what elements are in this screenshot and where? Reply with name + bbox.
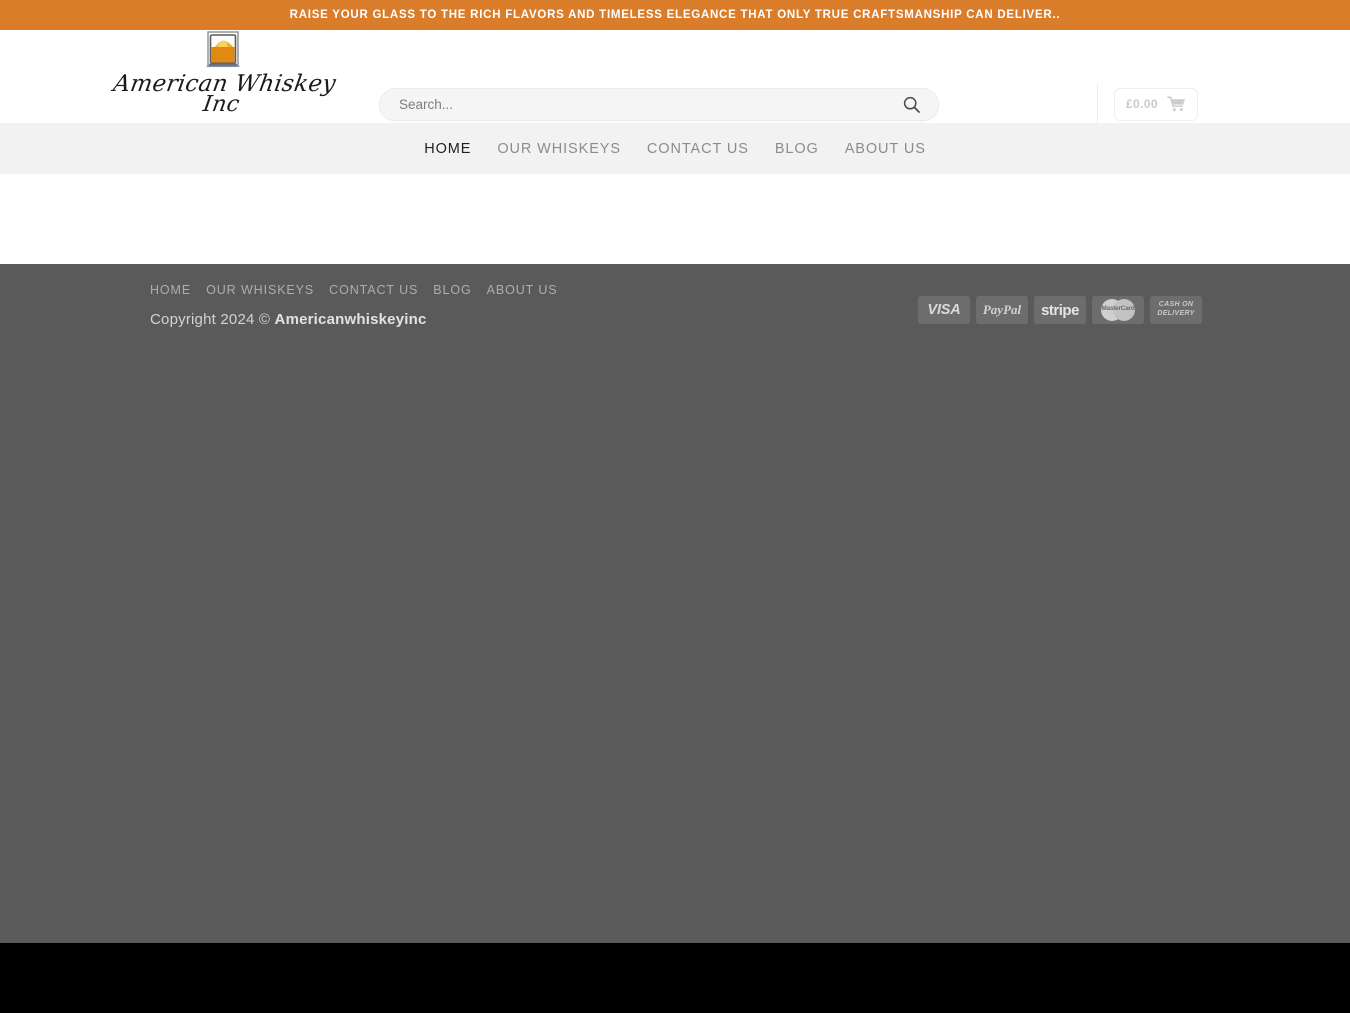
mastercard-icon: MasterCard	[1096, 299, 1140, 321]
copyright-brand: Americanwhiskeyinc	[275, 311, 427, 328]
footer-nav-item-blog[interactable]: BLOG	[433, 283, 486, 297]
site-header: American Whiskey Inc £0.00	[0, 30, 1350, 123]
paypal-badge: PayPal	[976, 296, 1028, 324]
footer-nav-item-home[interactable]: HOME	[150, 283, 206, 297]
main-content-area	[0, 174, 1350, 264]
footer-nav-item-about-us[interactable]: ABOUT US	[487, 283, 573, 297]
visa-label: VISA	[927, 302, 960, 318]
cart-divider	[1097, 84, 1098, 124]
nav-item-contact-us[interactable]: CONTACT US	[634, 141, 762, 157]
cash-on-delivery-badge: CASH ON DELIVERY	[1150, 296, 1202, 324]
site-footer: HOME OUR WHISKEYS CONTACT US BLOG ABOUT …	[0, 264, 1350, 943]
footer-nav-item-contact-us[interactable]: CONTACT US	[329, 283, 433, 297]
copyright-prefix: Copyright 2024 ©	[150, 311, 275, 328]
cod-label-line2: DELIVERY	[1157, 310, 1194, 319]
nav-item-our-whiskeys[interactable]: OUR WHISKEYS	[484, 141, 634, 157]
search-form	[379, 88, 939, 121]
search-submit-button[interactable]	[898, 92, 924, 118]
payment-methods: VISA PayPal stripe MasterCard CASH ON DE…	[918, 296, 1202, 324]
footer-navigation: HOME OUR WHISKEYS CONTACT US BLOG ABOUT …	[150, 283, 572, 297]
promo-banner-text: RAISE YOUR GLASS TO THE RICH FLAVORS AND…	[290, 9, 1061, 21]
copyright-text: Copyright 2024 © Americanwhiskeyinc	[150, 311, 427, 328]
page-bottom-strip	[0, 943, 1350, 1013]
cart-button[interactable]: £0.00	[1114, 88, 1198, 121]
shopping-cart-icon	[1167, 96, 1186, 112]
site-logo[interactable]: American Whiskey Inc	[148, 28, 298, 140]
search-input[interactable]	[399, 89, 898, 120]
visa-badge: VISA	[918, 296, 970, 324]
whiskey-glass-icon	[202, 30, 244, 70]
logo-text: American Whiskey Inc	[108, 72, 337, 116]
nav-item-home[interactable]: HOME	[411, 141, 484, 157]
nav-item-blog[interactable]: BLOG	[762, 141, 832, 157]
paypal-label: PayPal	[983, 302, 1021, 318]
footer-nav-item-our-whiskeys[interactable]: OUR WHISKEYS	[206, 283, 329, 297]
search-icon	[903, 96, 920, 113]
cash-on-delivery-label: CASH ON DELIVERY	[1157, 301, 1194, 319]
promo-banner: RAISE YOUR GLASS TO THE RICH FLAVORS AND…	[0, 0, 1350, 30]
cart-area: £0.00	[1097, 82, 1198, 126]
search-bar	[379, 88, 939, 121]
cod-label-line1: CASH ON	[1157, 301, 1194, 310]
stripe-label: stripe	[1041, 302, 1079, 319]
nav-item-about-us[interactable]: ABOUT US	[832, 141, 939, 157]
mastercard-badge: MasterCard	[1092, 296, 1144, 324]
stripe-badge: stripe	[1034, 296, 1086, 324]
mastercard-label: MasterCard	[1096, 305, 1140, 312]
cart-total-amount: £0.00	[1126, 97, 1158, 111]
